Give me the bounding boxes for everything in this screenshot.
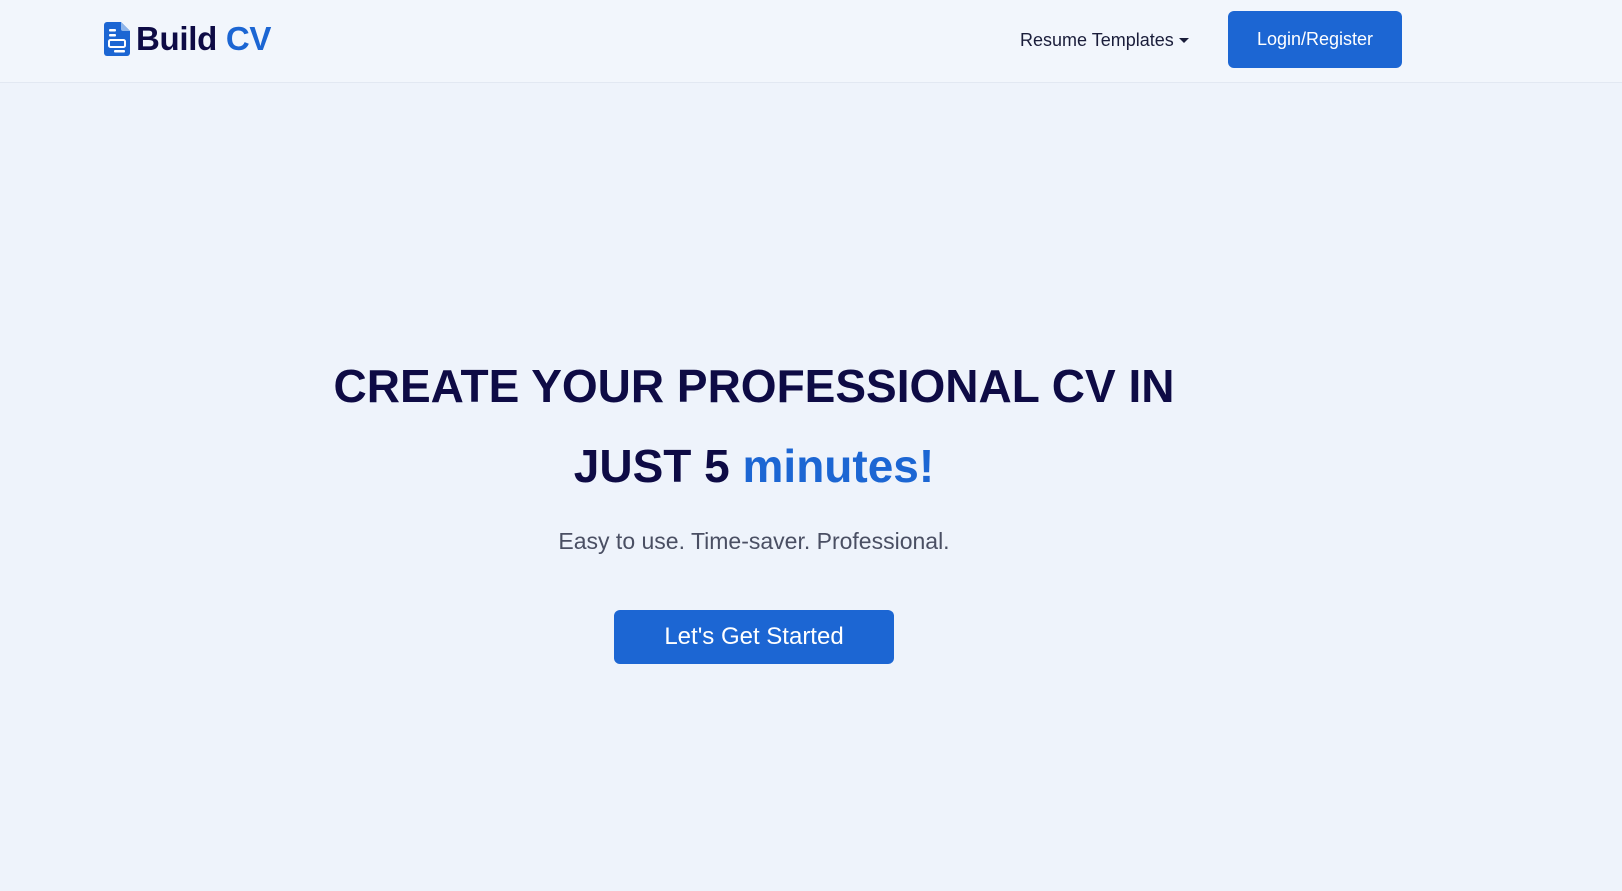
login-register-button[interactable]: Login/Register xyxy=(1228,11,1402,68)
hero-title-line1: CREATE YOUR PROFESSIONAL CV IN xyxy=(333,360,1175,412)
document-icon xyxy=(104,22,130,56)
hero-title-line2-primary: JUST 5 xyxy=(573,440,743,492)
brand-name-primary: Build xyxy=(136,20,217,57)
brand-name: Build CV xyxy=(136,20,271,58)
brand-name-accent: CV xyxy=(225,20,272,57)
resume-templates-label: Resume Templates xyxy=(1020,29,1174,50)
resume-templates-dropdown[interactable]: Resume Templates xyxy=(1020,26,1189,54)
caret-down-icon xyxy=(1178,38,1189,43)
hero-subtitle: Easy to use. Time-saver. Professional. xyxy=(558,528,950,554)
get-started-button[interactable]: Let's Get Started xyxy=(614,610,894,664)
navbar: Build CV Resume Templates Login/Register xyxy=(0,0,1622,83)
hero-title: CREATE YOUR PROFESSIONAL CV IN JUST 5 mi… xyxy=(0,346,1508,506)
hero-title-line2: JUST 5 minutes! xyxy=(0,426,1508,506)
brand-logo[interactable]: Build CV xyxy=(104,20,271,58)
hero-title-accent: minutes! xyxy=(742,440,935,492)
